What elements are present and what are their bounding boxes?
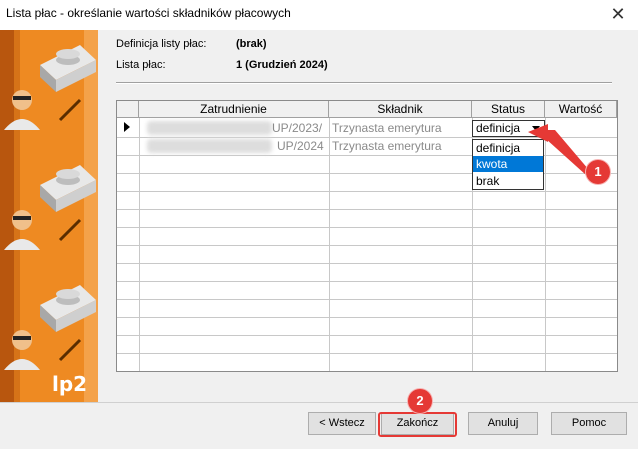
callout-badge-1: 1	[586, 160, 610, 184]
callout-badge-2: 2	[408, 389, 432, 413]
callout-arrow	[528, 124, 589, 175]
